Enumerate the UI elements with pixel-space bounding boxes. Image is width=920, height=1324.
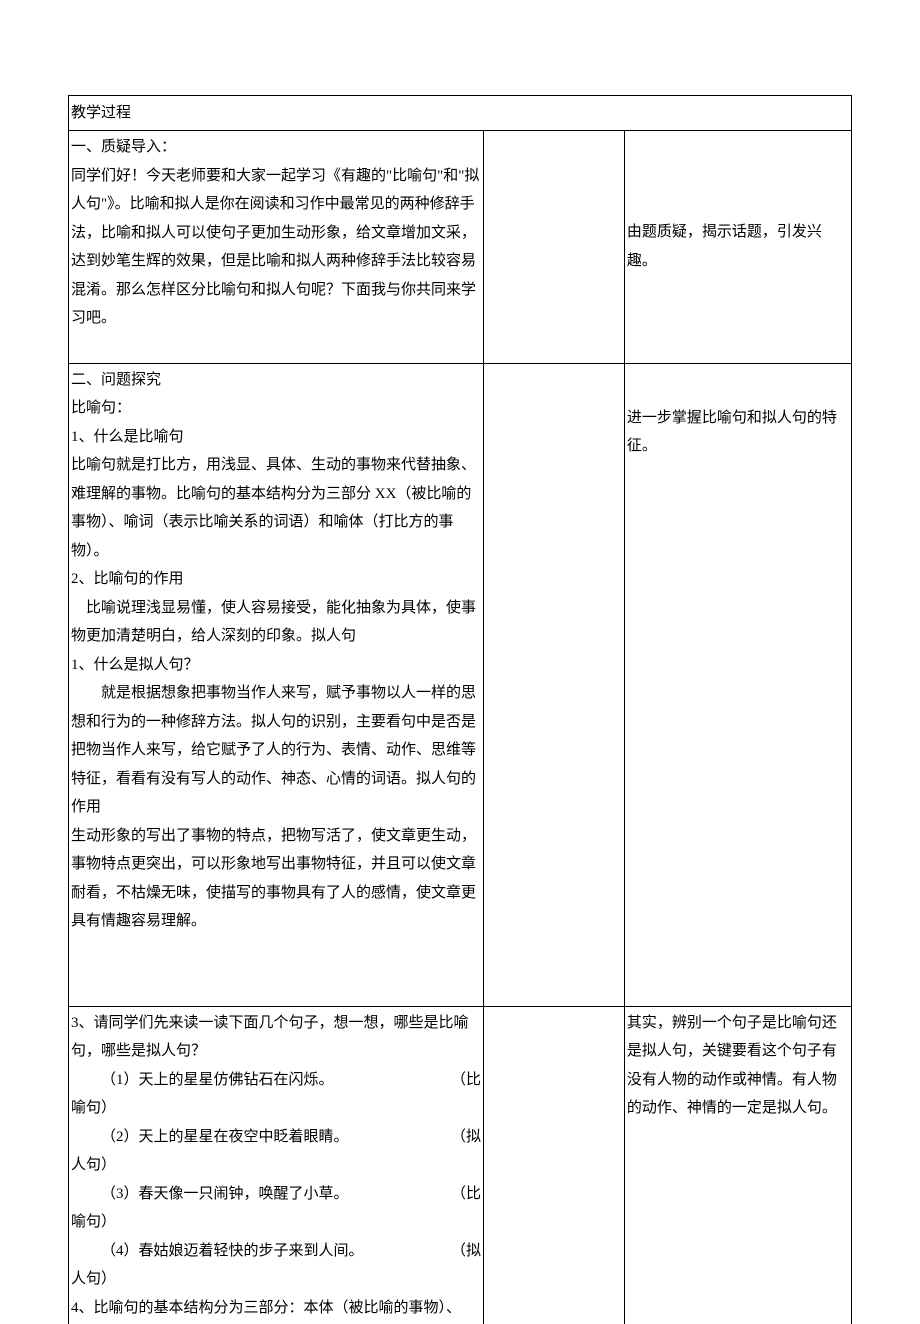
explore-title: 二、问题探究 <box>71 372 161 388</box>
document-page: 教学过程 一、质疑导入： 同学们好！今天老师要和大家一起学习《有趣的"比喻句"和… <box>0 0 920 1324</box>
exercise-3: （3）春天像一只闹钟，唤醒了小草。 （比 <box>71 1180 481 1209</box>
n1-body2: 生动形象的写出了事物的特点，把物写活了，使文章更生动，事物特点更突出，可以形象地… <box>71 828 476 930</box>
ex4-end: 人句） <box>71 1271 116 1287</box>
exercise-2: （2）天上的星星在夜空中眨着眼睛。 （拟 <box>71 1123 481 1152</box>
b2-title: 2、比喻句的作用 <box>71 571 184 587</box>
header-cell: 教学过程 <box>69 96 852 131</box>
ex3-tag: （比 <box>451 1180 481 1209</box>
intro-mid <box>483 131 624 364</box>
intro-note-cell: 由题质疑，揭示话题，引发兴趣。 <box>624 131 851 364</box>
section-exercise-row: 3、请同学们先来读一读下面几个句子，想一想，哪些是比喻句，哪些是拟人句？ （1）… <box>69 1006 852 1324</box>
exercise-4: （4）春姑娘迈着轻快的步子来到人间。 （拟 <box>71 1237 481 1266</box>
ex2-text: （2）天上的星星在夜空中眨着眼睛。 <box>71 1123 451 1152</box>
exercise-1: （1）天上的星星仿佛钻石在闪烁。 （比 <box>71 1066 481 1095</box>
header-title: 教学过程 <box>71 105 131 121</box>
ex3-text: （3）春天像一只闹钟，唤醒了小草。 <box>71 1180 451 1209</box>
intro-title: 一、质疑导入： <box>71 139 176 155</box>
exercise-note: 其实，辨别一个句子是比喻句还是拟人句，关键要看这个句子有没有人物的动作或神情。有… <box>627 1015 837 1117</box>
ex3-end: 喻句） <box>71 1214 116 1230</box>
ex2-end: 人句） <box>71 1157 116 1173</box>
header-row: 教学过程 <box>69 96 852 131</box>
exercise-mid <box>483 1006 624 1324</box>
n1-title: 1、什么是拟人句？ <box>71 657 199 673</box>
ex4-tag: （拟 <box>451 1237 481 1266</box>
exercise-content: 3、请同学们先来读一读下面几个句子，想一想，哪些是比喻句，哪些是拟人句？ （1）… <box>69 1006 484 1324</box>
b1-body: 比喻句就是打比方，用浅显、具体、生动的事物来代替抽象、难理解的事物。比喻句的基本… <box>71 457 476 559</box>
explore-note-cell: 进一步掌握比喻句和拟人句的特征。 <box>624 363 851 1006</box>
q4-text: 4、比喻句的基本结构分为三部分：本体（被比喻的事物）、 <box>71 1300 461 1316</box>
explore-content: 二、问题探究 比喻句： 1、什么是比喻句 比喻句就是打比方，用浅显、具体、生动的… <box>69 363 484 1006</box>
exercise-note-cell: 其实，辨别一个句子是比喻句还是拟人句，关键要看这个句子有没有人物的动作或神情。有… <box>624 1006 851 1324</box>
lesson-table: 教学过程 一、质疑导入： 同学们好！今天老师要和大家一起学习《有趣的"比喻句"和… <box>68 95 852 1324</box>
explore-mid <box>483 363 624 1006</box>
b2-body: 比喻说理浅显易懂，使人容易接受，能化抽象为具体，使事物更加清楚明白，给人深刻的印… <box>71 594 481 651</box>
section-intro-row: 一、质疑导入： 同学们好！今天老师要和大家一起学习《有趣的"比喻句"和"拟人句"… <box>69 131 852 364</box>
explore-note: 进一步掌握比喻句和拟人句的特征。 <box>627 410 837 455</box>
ex1-end: 喻句） <box>71 1100 116 1116</box>
n1-body: 就是根据想象把事物当作人来写，赋予事物以人一样的思想和行为的一种修辞方法。拟人句… <box>71 679 481 822</box>
b1-title: 1、什么是比喻句 <box>71 429 184 445</box>
intro-note: 由题质疑，揭示话题，引发兴趣。 <box>627 224 822 269</box>
ex4-text: （4）春姑娘迈着轻快的步子来到人间。 <box>71 1237 451 1266</box>
intro-content: 一、质疑导入： 同学们好！今天老师要和大家一起学习《有趣的"比喻句"和"拟人句"… <box>69 131 484 364</box>
q3-title: 3、请同学们先来读一读下面几个句子，想一想，哪些是比喻句，哪些是拟人句？ <box>71 1015 469 1060</box>
section-explore-row: 二、问题探究 比喻句： 1、什么是比喻句 比喻句就是打比方，用浅显、具体、生动的… <box>69 363 852 1006</box>
ex1-text: （1）天上的星星仿佛钻石在闪烁。 <box>71 1066 451 1095</box>
intro-body: 同学们好！今天老师要和大家一起学习《有趣的"比喻句"和"拟人句"》。比喻和拟人是… <box>71 168 479 327</box>
biyu-title: 比喻句： <box>71 400 131 416</box>
ex1-tag: （比 <box>451 1066 481 1095</box>
ex2-tag: （拟 <box>451 1123 481 1152</box>
